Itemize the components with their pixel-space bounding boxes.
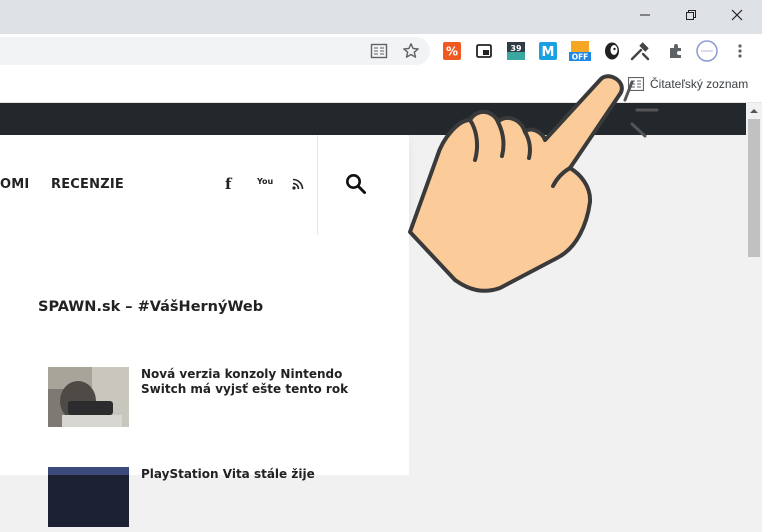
article-thumbnail[interactable] — [48, 367, 129, 427]
browser-toolbar: % 39 M OFF — [0, 34, 762, 68]
content-area: SPAWN.sk – #VášHernýWeb Nová verzia konz… — [0, 235, 409, 527]
puzzle-icon[interactable] — [665, 40, 687, 62]
m-extension-icon[interactable]: M — [537, 40, 559, 62]
nav-item-partial[interactable]: OMI — [0, 177, 29, 192]
minimize-icon — [640, 14, 650, 16]
pointing-hand-icon — [395, 72, 665, 302]
off-extension-icon[interactable]: OFF — [569, 40, 591, 62]
article-item[interactable]: Nová verzia konzoly Nintendo Switch má v… — [48, 367, 388, 429]
nav-divider — [317, 135, 318, 235]
close-icon — [731, 9, 743, 21]
scroll-up-arrow-icon[interactable] — [746, 104, 762, 118]
scrollbar-thumb[interactable] — [748, 119, 760, 257]
menu-kebab-icon[interactable] — [729, 40, 751, 62]
profile-avatar[interactable] — [696, 40, 718, 62]
close-button[interactable] — [714, 0, 760, 30]
counter-extension-icon[interactable]: 39 — [505, 40, 527, 62]
svg-text:OFF: OFF — [572, 53, 589, 62]
minimize-button[interactable] — [622, 0, 668, 30]
svg-text:39: 39 — [510, 44, 522, 53]
youtube-icon[interactable]: You — [257, 177, 273, 186]
page-scrollbar[interactable] — [746, 103, 762, 475]
tools-extension-icon[interactable] — [629, 40, 651, 62]
facebook-icon[interactable]: f — [225, 175, 231, 193]
section-title: SPAWN.sk – #VášHernýWeb — [38, 299, 264, 315]
mask-extension-icon[interactable] — [601, 40, 623, 62]
percent-extension-icon[interactable]: % — [441, 40, 463, 62]
bookmark-star-icon[interactable] — [400, 40, 422, 62]
address-bar[interactable] — [0, 37, 430, 65]
nav-item-reviews[interactable]: RECENZIE — [51, 177, 124, 192]
article-item[interactable]: PlayStation Vita stále žije — [48, 467, 388, 529]
article-thumbnail[interactable] — [48, 467, 129, 527]
restore-icon — [686, 10, 696, 20]
reader-mode-icon[interactable] — [368, 40, 390, 62]
search-icon[interactable] — [345, 173, 367, 200]
svg-text:M: M — [542, 45, 555, 60]
svg-text:%: % — [446, 45, 458, 59]
site-nav: OMI RECENZIE f You — [0, 135, 409, 235]
picture-in-picture-icon[interactable] — [473, 40, 495, 62]
article-title[interactable]: Nová verzia konzoly Nintendo Switch má v… — [141, 367, 371, 397]
restore-button[interactable] — [668, 0, 714, 30]
rss-icon[interactable] — [292, 177, 304, 195]
title-bar — [0, 0, 762, 34]
